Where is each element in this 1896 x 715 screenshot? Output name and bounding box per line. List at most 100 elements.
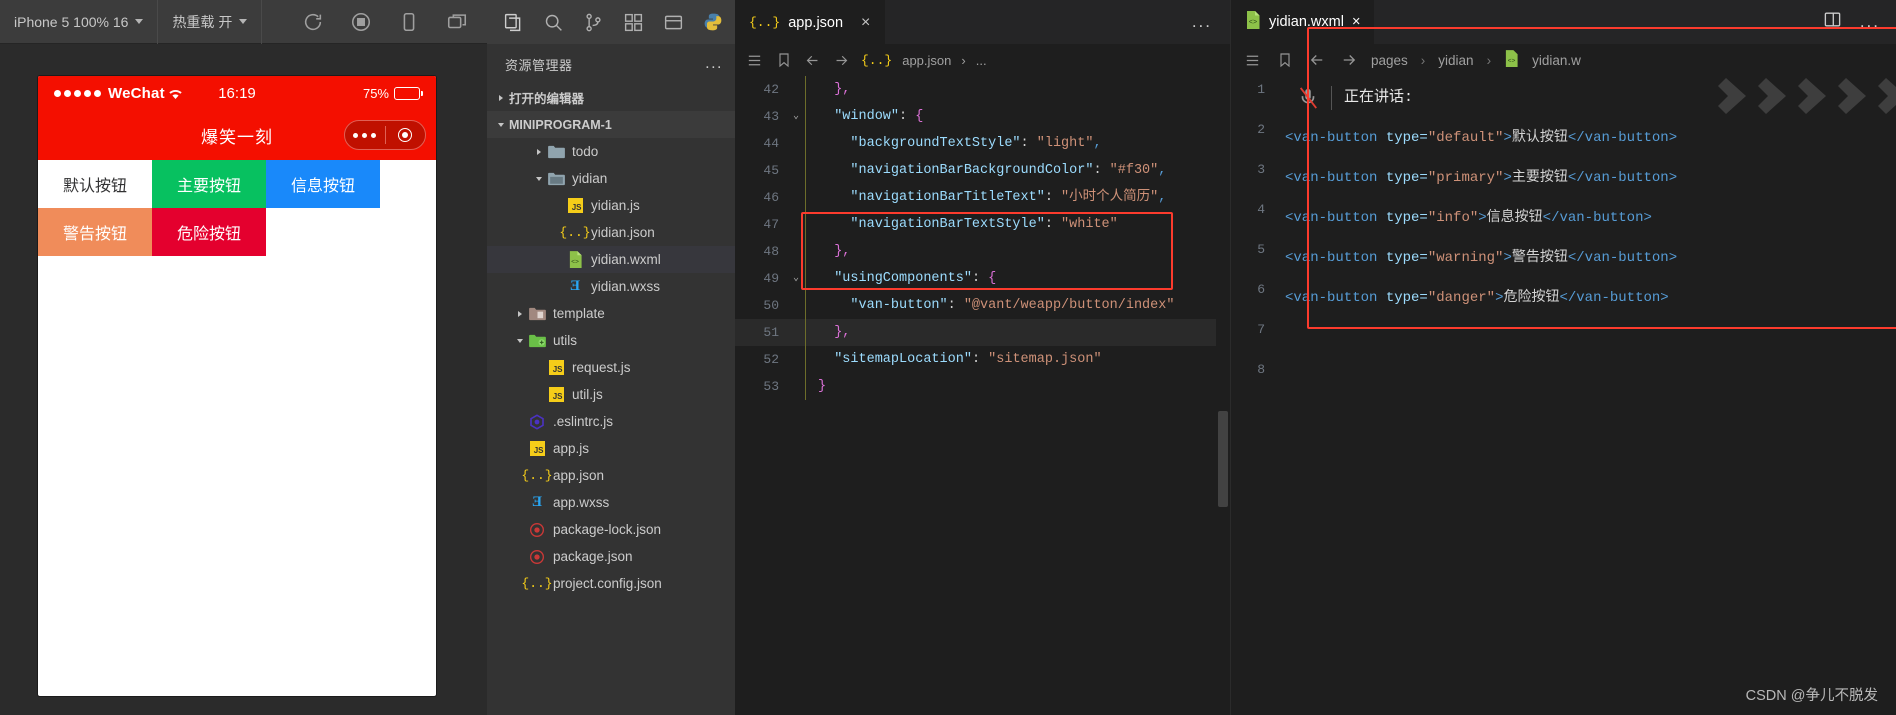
code-line-45[interactable]: 45 "navigationBarBackgroundColor": "#f30… (735, 157, 1230, 184)
breadcrumb-tail[interactable]: ... (976, 53, 987, 68)
device-selector[interactable]: iPhone 5 100% 16 (0, 0, 159, 44)
file-tree-item-package-lock-json[interactable]: package-lock.json (487, 516, 735, 543)
files-button[interactable] (493, 0, 533, 44)
explorer-panel: 资源管理器 ... 打开的编辑器 MINIPROGRAM-1 todo yidia… (487, 0, 735, 715)
file-tree-item-package-json[interactable]: package.json (487, 543, 735, 570)
bookmark-button[interactable] (1275, 51, 1294, 70)
explorer-more-button[interactable]: ... (705, 55, 723, 73)
file-tree-item-yidian-wxml[interactable]: <> yidian.wxml (487, 246, 735, 273)
file-tree-item-todo[interactable]: todo (487, 138, 735, 165)
record-button[interactable] (350, 11, 372, 33)
js-icon: JS (567, 198, 583, 213)
center-editor: {..} app.json × ... {..} app.json › ... … (735, 0, 1230, 715)
forward-button[interactable] (832, 51, 851, 70)
simulator-panel: iPhone 5 100% 16 热重载 开 WeChat 16:19 75% … (0, 0, 487, 715)
code-token: , (1158, 190, 1167, 205)
line-number: 2 (1257, 122, 1265, 137)
line-number: 8 (1257, 362, 1265, 377)
search-button[interactable] (533, 0, 573, 44)
close-target-icon[interactable] (386, 128, 426, 142)
battery-indicator: 75% (363, 86, 423, 101)
capsule-buttons[interactable] (344, 120, 426, 150)
file-name: util.js (572, 387, 603, 402)
van-button-danger[interactable]: 危险按钮 (152, 208, 266, 256)
file-icon-wrap (547, 170, 565, 188)
center-scrollbar[interactable] (1216, 76, 1230, 715)
van-button-info[interactable]: 信息按钮 (266, 160, 380, 208)
folder-open-icon (547, 172, 565, 185)
back-button[interactable] (803, 51, 822, 70)
file-tree-item-yidian[interactable]: yidian (487, 165, 735, 192)
right-editor: <> yidian.wxml × ... pages › yidian › <>… (1230, 0, 1896, 715)
fold-chevron-icon[interactable]: ⌄ (787, 103, 805, 130)
window-toggle-button[interactable] (446, 11, 468, 33)
line-number: 1 (1257, 82, 1265, 97)
simulator-toolbar: iPhone 5 100% 16 热重载 开 (0, 0, 487, 44)
code-text: "backgroundTextStyle": "light", (805, 130, 1102, 157)
project-section[interactable]: MINIPROGRAM-1 (487, 111, 735, 138)
layout-button[interactable] (653, 0, 693, 44)
file-tree-item-eslintrc-js[interactable]: .eslintrc.js (487, 408, 735, 435)
npm-icon (530, 549, 544, 564)
file-tree-item-request-js[interactable]: JS request.js (487, 354, 735, 381)
highlight-box-usingcomponents (801, 212, 1173, 290)
simulator-actions (262, 11, 468, 33)
python-button[interactable] (693, 0, 733, 44)
device-label: iPhone 5 100% 16 (14, 13, 129, 30)
code-line-53[interactable]: 53} (735, 373, 1230, 400)
bookmark-button[interactable] (774, 51, 793, 70)
file-tree-item-utils[interactable]: utils (487, 327, 735, 354)
file-tree-item-yidian-js[interactable]: JS yidian.js (487, 192, 735, 219)
refresh-button[interactable] (302, 11, 324, 33)
chevron-down-icon (531, 171, 547, 187)
code-text: "navigationBarTitleText": "小时个人简历", (805, 184, 1166, 211)
van-button-default[interactable]: 默认按钮 (38, 160, 152, 208)
close-icon[interactable]: × (861, 14, 870, 31)
ide-window: iPhone 5 100% 16 热重载 开 WeChat 16:19 75% … (0, 0, 1896, 715)
code-token: "navigationBarTitleText" (850, 190, 1045, 205)
van-button-warning[interactable]: 警告按钮 (38, 208, 152, 256)
center-scrollbar-thumb[interactable] (1218, 411, 1228, 507)
code-line-51[interactable]: 51 }, (735, 319, 1230, 346)
file-name: yidian.json (591, 225, 655, 240)
mobile-preview-button[interactable] (398, 11, 420, 33)
hot-reload-label: 热重载 开 (172, 13, 233, 30)
button-row-filler (266, 208, 380, 256)
source-control-button[interactable] (573, 0, 613, 44)
code-line-52[interactable]: 52 "sitemapLocation": "sitemap.json" (735, 346, 1230, 373)
file-tree-item-yidian-json[interactable]: {..} yidian.json (487, 219, 735, 246)
file-name: app.json (553, 468, 605, 483)
breadcrumb-sep: › (961, 52, 966, 68)
code-token: "van-button" (850, 298, 948, 313)
code-line-43[interactable]: 43 ⌄ "window": { (735, 103, 1230, 130)
svg-text:<>: <> (571, 258, 579, 265)
more-dots-icon[interactable] (345, 132, 385, 138)
wxml-line-8[interactable]: 8 (1231, 356, 1896, 396)
file-tree-item-yidian-wxss[interactable]: Eyidian.wxss (487, 273, 735, 300)
file-tree-item-util-js[interactable]: JS util.js (487, 381, 735, 408)
van-button-primary[interactable]: 主要按钮 (152, 160, 266, 208)
editor-more-button[interactable]: ... (1192, 12, 1212, 32)
code-line-42[interactable]: 42 }, (735, 76, 1230, 103)
code-line-44[interactable]: 44 "backgroundTextStyle": "light", (735, 130, 1230, 157)
code-line-46[interactable]: 46 "navigationBarTitleText": "小时个人简历", (735, 184, 1230, 211)
file-tree-item-app-json[interactable]: {..} app.json (487, 462, 735, 489)
file-tree-item-template[interactable]: template (487, 300, 735, 327)
file-icon-wrap: JS (566, 197, 584, 215)
file-tree-item-app-js[interactable]: JS app.js (487, 435, 735, 462)
file-tree-item-project-config-json[interactable]: {..} project.config.json (487, 570, 735, 597)
hot-reload-selector[interactable]: 热重载 开 (158, 0, 263, 44)
file-tree-item-app-wxss[interactable]: Eapp.wxss (487, 489, 735, 516)
open-editors-section[interactable]: 打开的编辑器 (487, 84, 735, 111)
code-token: } (818, 379, 827, 394)
extensions-button[interactable] (613, 0, 653, 44)
file-name: utils (553, 333, 578, 348)
breadcrumb-file[interactable]: app.json (902, 53, 951, 68)
code-line-50[interactable]: 50 "van-button": "@vant/weapp/button/ind… (735, 292, 1230, 319)
tab-app-json[interactable]: {..} app.json × (735, 0, 885, 44)
outline-button[interactable] (1243, 51, 1262, 70)
outline-button[interactable] (745, 51, 764, 70)
